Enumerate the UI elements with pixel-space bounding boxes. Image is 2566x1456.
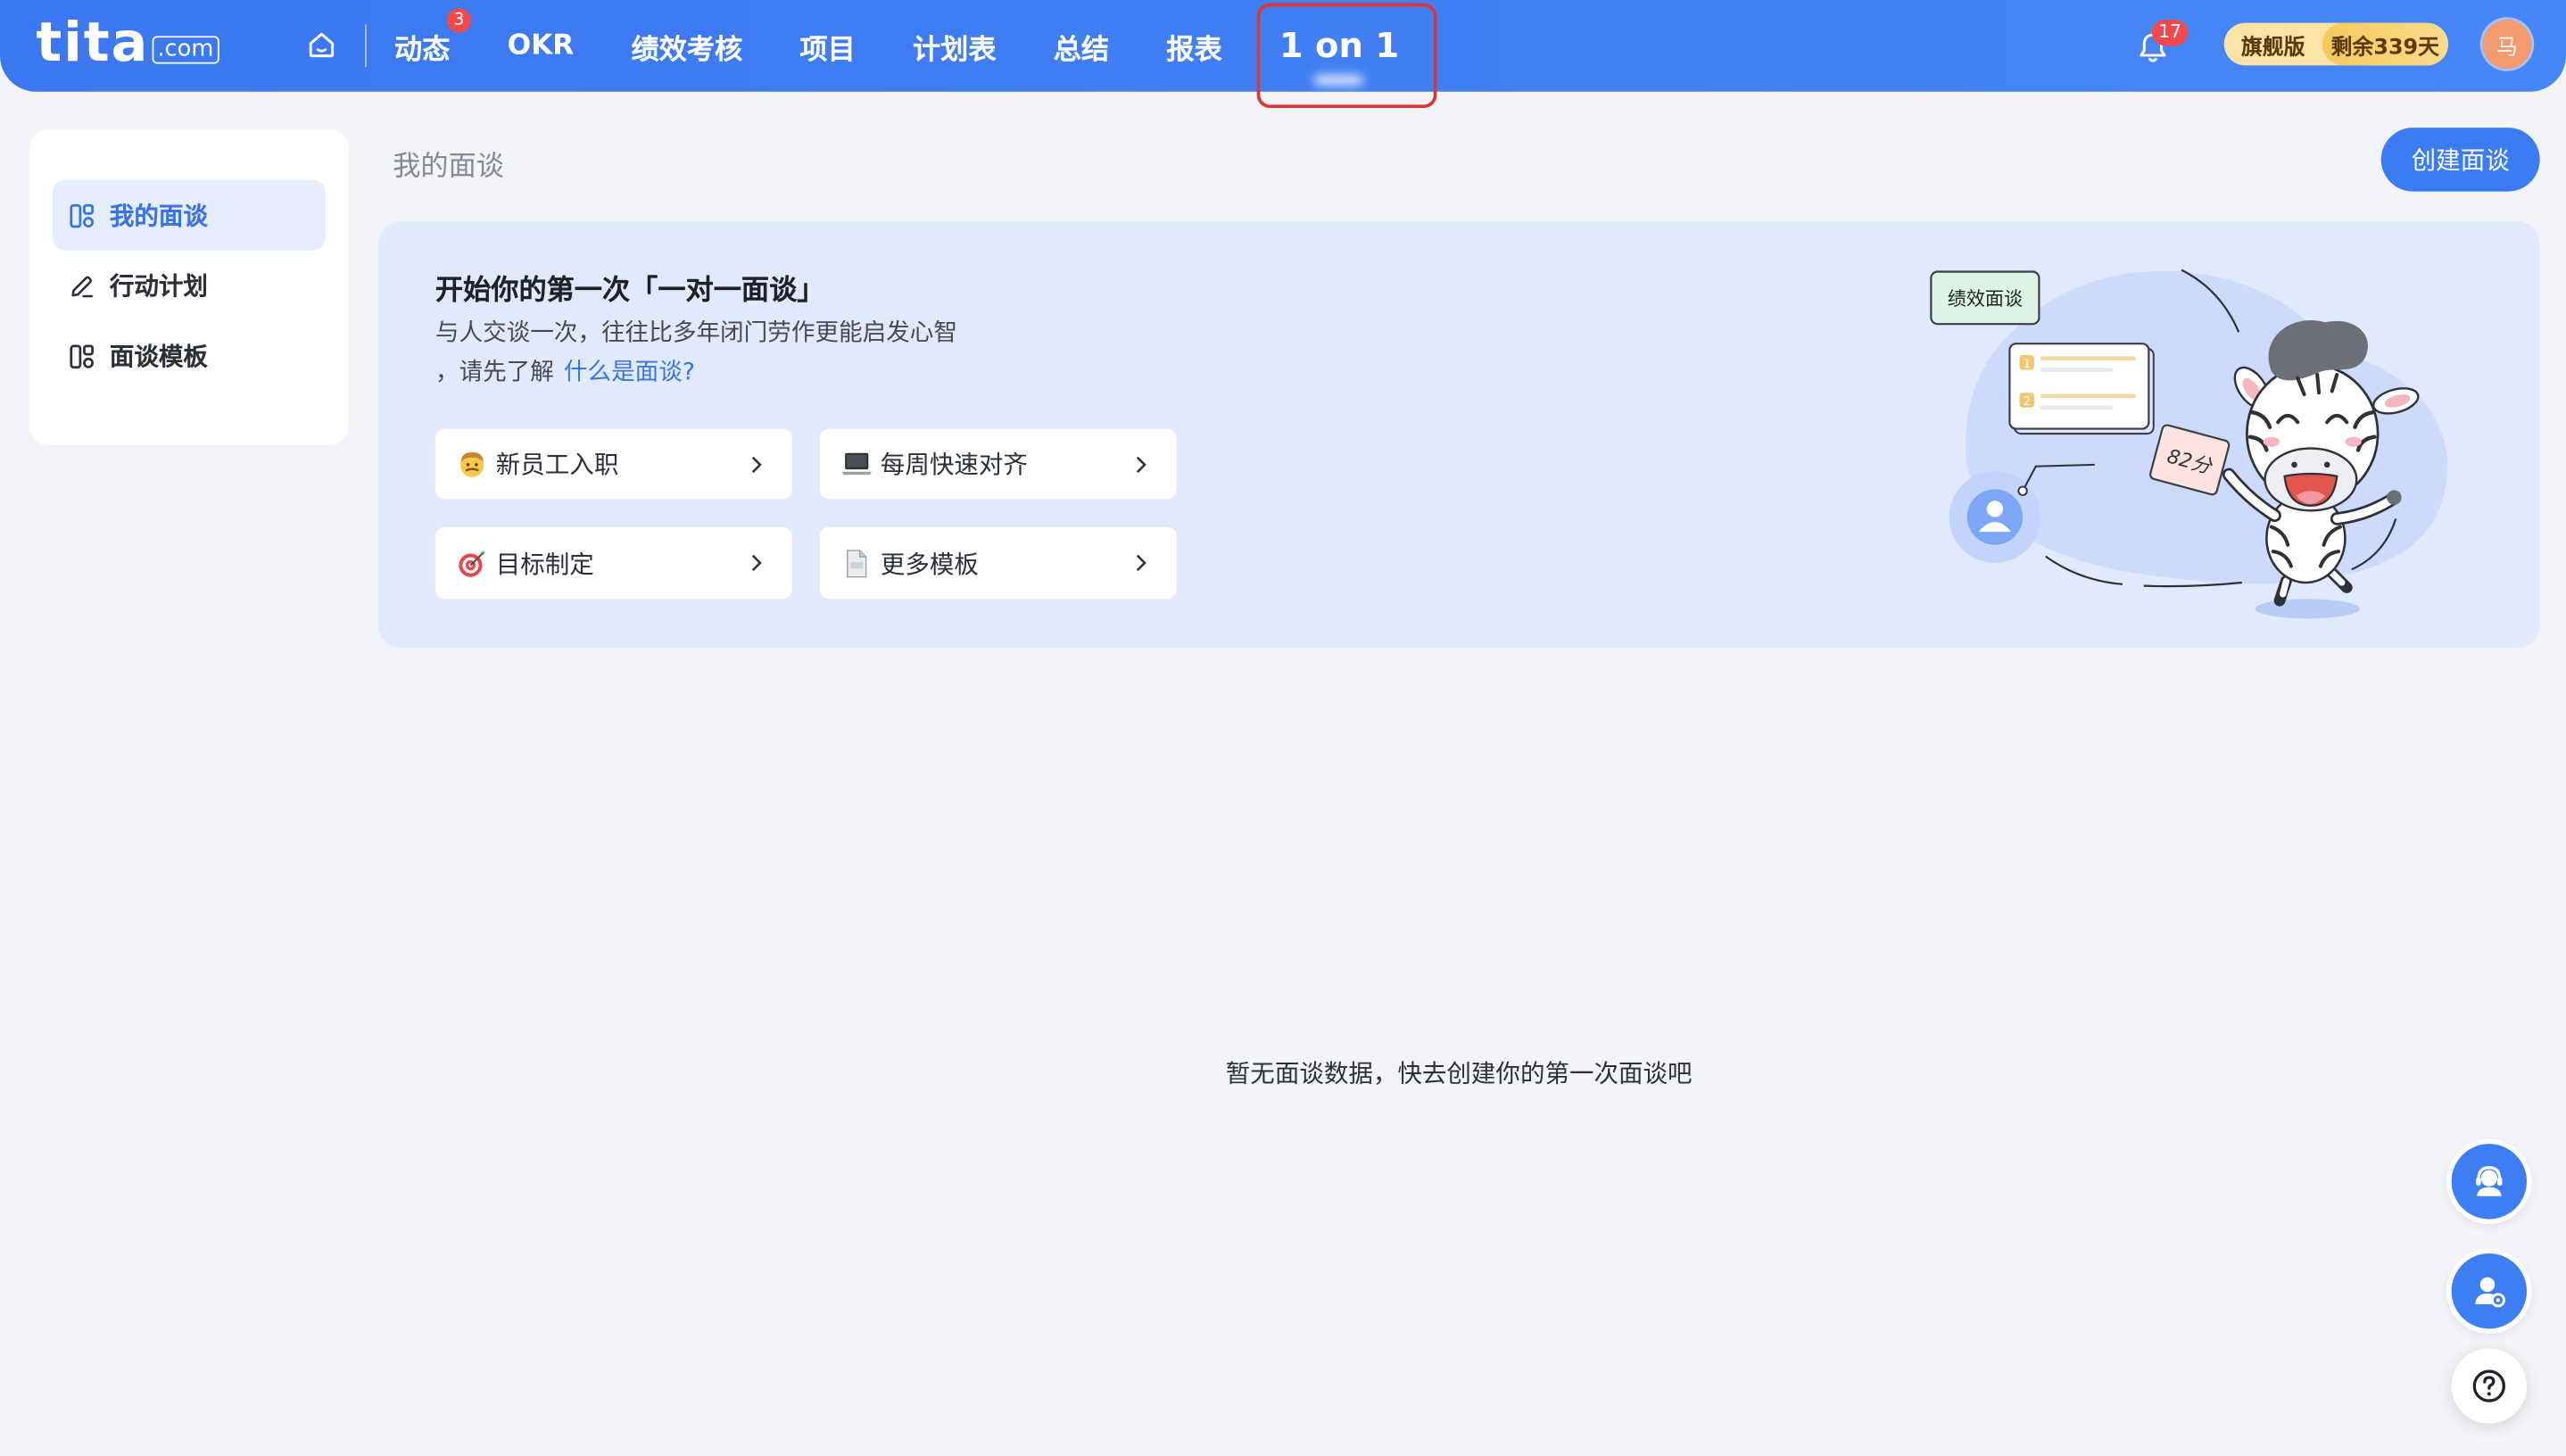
- laptop-icon: [841, 449, 873, 480]
- chevron-right-icon: [746, 454, 766, 474]
- help-button[interactable]: [2451, 1348, 2528, 1424]
- banner-desc-line2: ，请先了解: [435, 360, 554, 386]
- template-card-weekly-sync[interactable]: 每周快速对齐: [819, 428, 1177, 500]
- template-label: 更多模板: [880, 549, 979, 579]
- template-label: 每周快速对齐: [880, 450, 1028, 480]
- customer-service-icon: [2476, 1166, 2503, 1196]
- nav-item-okr[interactable]: OKR: [508, 29, 575, 62]
- nav-label: 动态: [394, 33, 451, 67]
- user-avatar-icon: [1949, 471, 2041, 563]
- template-label: 目标制定: [495, 549, 594, 579]
- nav-item-projects[interactable]: 项目: [799, 25, 855, 67]
- nav-divider: [365, 24, 367, 68]
- banner-description: 与人交谈一次，往往比多年闭门劳作更能启发心智 ，请先了解 什么是面谈?: [435, 314, 957, 393]
- plan-name: 旗舰版: [2240, 35, 2305, 60]
- template-card-more-templates[interactable]: 更多模板: [819, 526, 1177, 600]
- man-face-icon: [457, 449, 488, 480]
- help-icon: [2472, 1369, 2505, 1402]
- plan-remaining: 剩余339天: [2322, 22, 2448, 66]
- logo-suffix: .com: [152, 36, 219, 64]
- customer-service-button[interactable]: [2451, 1144, 2528, 1220]
- page-title: 我的面谈: [393, 150, 504, 184]
- target-icon: [457, 548, 488, 579]
- zebra-illustration: 绩效面谈 1 2 82分: [1930, 269, 2448, 619]
- top-nav-bar: tita .com 动态 3 OKR 绩效考核 项目 计划表 总结 报表 1 o…: [0, 0, 2566, 109]
- notification-count-badge: 17: [2151, 20, 2189, 46]
- sidebar-item-label: 我的面谈: [109, 201, 208, 231]
- sidebar-item-my-interviews[interactable]: 我的面谈: [52, 179, 327, 251]
- nav-item-summary[interactable]: 总结: [1054, 25, 1109, 67]
- main-nav: 动态 3 OKR 绩效考核 项目 计划表 总结 报表 1 on 1: [394, 0, 1399, 92]
- banner-title: 开始你的第一次「一对一面谈」: [435, 275, 825, 308]
- plan-badge[interactable]: 旗舰版 剩余339天: [2223, 22, 2448, 66]
- logo[interactable]: tita .com: [36, 10, 219, 74]
- chevron-right-icon: [1130, 454, 1150, 474]
- nav-item-feed[interactable]: 动态 3: [394, 7, 472, 67]
- template-card-new-employee[interactable]: 新员工入职: [435, 428, 792, 500]
- intro-banner: 开始你的第一次「一对一面谈」 与人交谈一次，往往比多年闭门劳作更能启发心智 ，请…: [377, 220, 2540, 649]
- home-icon[interactable]: [306, 29, 337, 61]
- user-settings-button[interactable]: [2451, 1253, 2528, 1329]
- sidebar-item-label: 行动计划: [109, 271, 208, 302]
- banner-desc-line1: 与人交谈一次，往往比多年闭门劳作更能启发心智: [435, 320, 958, 347]
- board-icon: [69, 203, 95, 228]
- highlight-box: [1256, 3, 1437, 109]
- sidebar-item-templates[interactable]: 面谈模板: [53, 321, 326, 392]
- nav-item-plans[interactable]: 计划表: [913, 25, 997, 67]
- app-window: tita .com 动态 3 OKR 绩效考核 项目 计划表 总结 报表 1 o…: [0, 0, 2566, 1455]
- template-label: 新员工入职: [495, 450, 619, 480]
- list-number: 2: [2024, 395, 2031, 409]
- sidebar-item-action-plans[interactable]: 行动计划: [53, 251, 326, 321]
- empty-state-text: 暂无面谈数据，快去创建你的第一次面谈吧: [1225, 1058, 1693, 1088]
- document-icon: [841, 548, 873, 579]
- nav-item-performance[interactable]: 绩效考核: [631, 25, 742, 67]
- sidebar: 我的面谈 行动计划 面谈模板: [29, 128, 349, 445]
- what-is-interview-link[interactable]: 什么是面谈?: [564, 360, 695, 386]
- create-interview-button[interactable]: 创建面谈: [2380, 128, 2540, 192]
- chevron-right-icon: [1130, 553, 1150, 573]
- template-card-goal-setting[interactable]: 目标制定: [435, 526, 792, 600]
- pencil-icon: [69, 272, 95, 298]
- board-icon: [69, 343, 95, 368]
- nav-item-reports[interactable]: 报表: [1166, 25, 1221, 67]
- logo-text: tita: [36, 10, 150, 74]
- chevron-right-icon: [746, 553, 766, 573]
- card-label: 绩效面谈: [1948, 287, 2023, 310]
- list-number: 1: [2024, 358, 2031, 371]
- user-settings-icon: [2475, 1277, 2505, 1308]
- sidebar-item-label: 面谈模板: [109, 342, 208, 372]
- avatar[interactable]: 马: [2482, 20, 2532, 70]
- notification-badge: 3: [446, 7, 472, 32]
